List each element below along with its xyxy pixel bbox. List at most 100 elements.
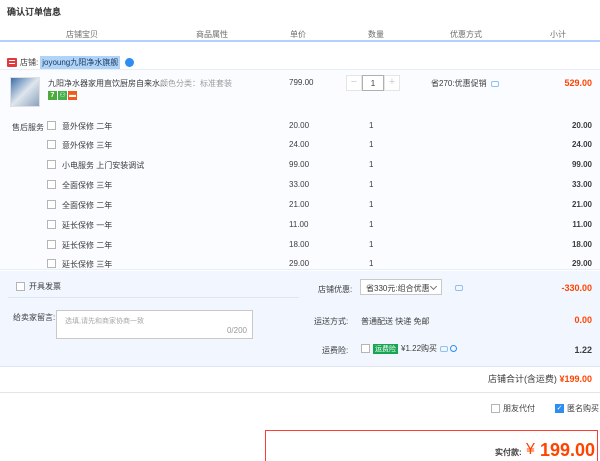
service-total: 24.00 [571,140,592,149]
store-coupon-select[interactable]: 省330元:组合优惠 [360,279,442,295]
service-checkbox[interactable] [47,180,56,189]
invoice-checkbox[interactable] [16,282,25,291]
seller-message-placeholder: 选填,请先和商家协商一致 [65,318,144,325]
service-quantity: 1 [369,200,374,209]
service-row: 意外保修 三年 24.00 1 24.00 [0,138,600,152]
service-name: 意外保修 三年 [62,141,113,150]
store-total-amount: ¥199.00 [559,374,592,384]
service-row: 全面保修 二年 21.00 1 21.00 [0,198,600,212]
service-row: 延长保修 三年 29.00 1 29.00 [0,257,600,271]
service-row: 小电服务 上门安装调试 99.00 1 99.00 [0,158,600,172]
service-quantity: 1 [369,140,374,149]
service-row: 延长保修 一年 11.00 1 11.00 [0,218,600,232]
quantity-decrease-button[interactable]: − [346,75,362,91]
service-price: 29.00 [289,259,310,268]
quantity-input[interactable] [362,75,384,91]
promotion-text: 省270:优惠促销 [431,79,487,88]
service-price: 11.00 [289,220,309,229]
store-icon [7,57,17,67]
seven-day-return-icon[interactable]: 7 [48,91,57,100]
store-name-link[interactable]: joyoung九阳净水旗舰 [40,55,121,69]
col-quantity: 数量 [368,30,384,39]
shipping-insurance-amount: 1.22 [574,345,592,355]
store-coupon-label: 店铺优惠: [318,285,353,294]
seller-message-textarea[interactable]: 选填,请先和商家协商一致 0/200 [56,310,253,339]
insurance-chat-icon[interactable] [440,345,449,352]
service-total: 99.00 [571,160,592,169]
options-divider [8,297,299,298]
seller-message-char-count: 0/200 [226,326,247,335]
quantity-increase-button[interactable]: + [384,75,400,91]
service-checkbox[interactable] [47,200,56,209]
shipping-amount: 0.00 [574,315,592,325]
shipping-insurance-tag: 运费险 [373,343,398,354]
payment-amount: 199.00 [540,440,596,460]
service-total: 21.00 [571,200,592,209]
service-name: 意外保修 二年 [62,122,113,131]
invoice-option: 开具发票 [16,281,61,292]
service-quantity: 1 [369,240,374,249]
service-price: 21.00 [289,200,310,209]
store-label: 店铺: [20,57,39,67]
store-row: 店铺: joyoung九阳净水旗舰 [7,55,135,69]
service-checkbox[interactable] [47,240,56,249]
product-price: 799.00 [289,78,314,87]
friend-pay-checkbox[interactable] [491,404,500,413]
service-badges: 7 ⚇ ▬ [48,91,77,100]
col-store-items: 店铺宝贝 [66,30,98,39]
store-coupon-amount: -330.00 [561,283,592,293]
anonymous-purchase-checkbox[interactable]: ✓ [555,404,564,413]
chevron-down-icon [429,282,438,291]
promotion-info-icon[interactable] [490,80,499,87]
product-thumbnail[interactable] [10,77,40,107]
service-checkbox[interactable] [47,259,56,268]
payment-summary: 实付款: ¥ 199.00 [265,430,598,461]
service-checkbox[interactable] [47,160,56,169]
service-checkbox[interactable] [47,140,56,149]
guarantee-icon[interactable]: ⚇ [58,91,67,100]
col-subtotal: 小计 [550,30,566,39]
service-name: 小电服务 上门安装调试 [62,161,145,170]
shipping-insurance-label: 运费险: [322,346,349,355]
service-quantity: 1 [369,180,374,189]
service-price: 33.00 [289,180,310,189]
help-icon[interactable] [450,345,458,352]
anonymous-purchase-option: ✓ 匿名购买 [555,403,599,414]
service-row: 意外保修 二年 20.00 1 20.00 [0,119,600,133]
shipping-label: 运送方式: [314,317,349,326]
product-row: 九阳净水器家用直饮厨房自来水... 7 ⚇ ▬ 颜色分类：标准套装 799.00… [0,74,600,110]
service-price: 20.00 [289,121,310,130]
invoice-label: 开具发票 [29,282,61,291]
seller-message-label: 给卖家留言: [13,313,56,322]
shipping-insurance-text: ¥1.22购买 [401,344,438,353]
product-title-link[interactable]: 九阳净水器家用直饮厨房自来水... [48,78,167,89]
shipping-insurance-option: 运费险 ¥1.22购买 [361,343,458,354]
shipping-insurance-checkbox[interactable] [361,344,370,353]
store-total-label: 店铺合计(含运费) [487,374,557,384]
service-checkbox[interactable] [47,220,56,229]
service-checkbox[interactable] [47,121,56,130]
payment-currency: ¥ [526,441,535,458]
service-total: 18.00 [571,240,592,249]
payment-label: 实付款: [495,448,522,457]
service-name: 全面保修 二年 [62,201,113,210]
anonymous-purchase-label: 匿名购买 [567,404,599,413]
service-name: 延长保修 三年 [62,260,113,269]
friend-pay-label: 朋友代付 [503,404,535,413]
service-total: 20.00 [571,121,592,130]
service-total: 29.00 [571,259,592,268]
store-coupon-selected: 省330元:组合优惠 [366,284,430,293]
product-attribute: 颜色分类：标准套装 [160,79,232,88]
bottom-divider [0,392,600,393]
service-price: 99.00 [289,160,310,169]
store-total: 店铺合计(含运费) ¥199.00 [488,372,592,385]
service-price: 18.00 [289,240,310,249]
header-divider [0,40,600,42]
chat-seller-icon[interactable] [125,57,135,67]
service-quantity: 1 [369,220,374,229]
service-name: 延长保修 二年 [62,241,113,250]
coupon-info-icon[interactable] [455,285,463,291]
invoice-icon[interactable]: ▬ [68,91,77,100]
service-price: 24.00 [289,140,310,149]
col-price: 单价 [290,30,306,39]
